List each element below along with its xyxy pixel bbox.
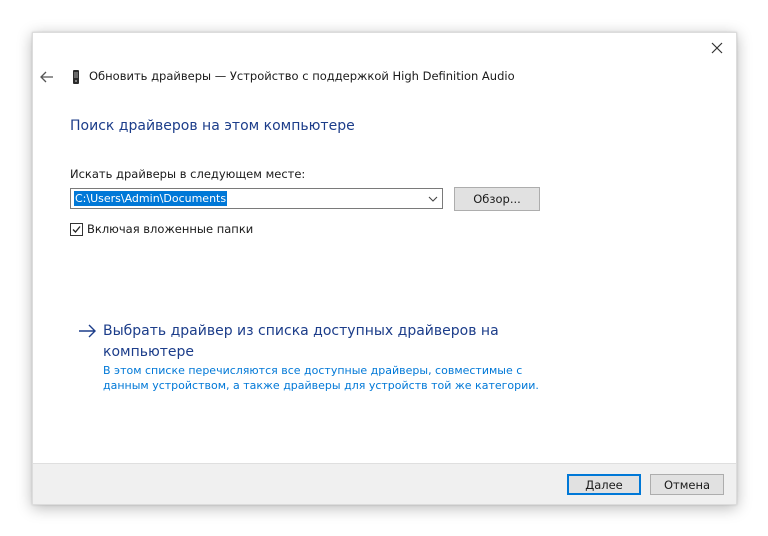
cancel-button[interactable]: Отмена	[650, 474, 724, 495]
combobox-dropdown-button[interactable]	[426, 191, 440, 206]
back-arrow-icon	[40, 71, 53, 83]
pick-driver-description: В этом списке перечисляются все доступны…	[103, 364, 539, 392]
back-button[interactable]	[39, 69, 55, 85]
include-subfolders-option[interactable]: Включая вложенные папки	[70, 221, 253, 237]
window-title: Обновить драйверы — Устройство с поддерж…	[89, 69, 515, 83]
page-heading: Поиск драйверов на этом компьютере	[70, 118, 355, 134]
arrow-right-icon	[78, 323, 98, 339]
search-location-label: Искать драйверы в следующем месте:	[70, 167, 306, 181]
dialog-footer: Далее Отмена	[33, 463, 736, 504]
close-icon	[711, 42, 723, 54]
browse-button[interactable]: Обзор...	[454, 187, 540, 211]
update-drivers-dialog: Обновить драйверы — Устройство с поддерж…	[32, 32, 737, 505]
checkmark-icon	[72, 225, 81, 233]
chevron-down-icon	[428, 196, 438, 202]
include-subfolders-label: Включая вложенные папки	[87, 222, 254, 236]
pick-driver-link[interactable]: Выбрать драйвер из списка доступных драй…	[103, 321, 513, 363]
next-button[interactable]: Далее	[567, 474, 641, 495]
close-button[interactable]	[704, 37, 730, 59]
include-subfolders-checkbox[interactable]	[70, 222, 83, 236]
path-combobox[interactable]: C:\Users\Admin\Documents	[70, 188, 443, 209]
path-input[interactable]: C:\Users\Admin\Documents	[74, 191, 228, 206]
wizard-header: Обновить драйверы — Устройство с поддерж…	[33, 67, 736, 89]
device-icon	[71, 69, 81, 85]
